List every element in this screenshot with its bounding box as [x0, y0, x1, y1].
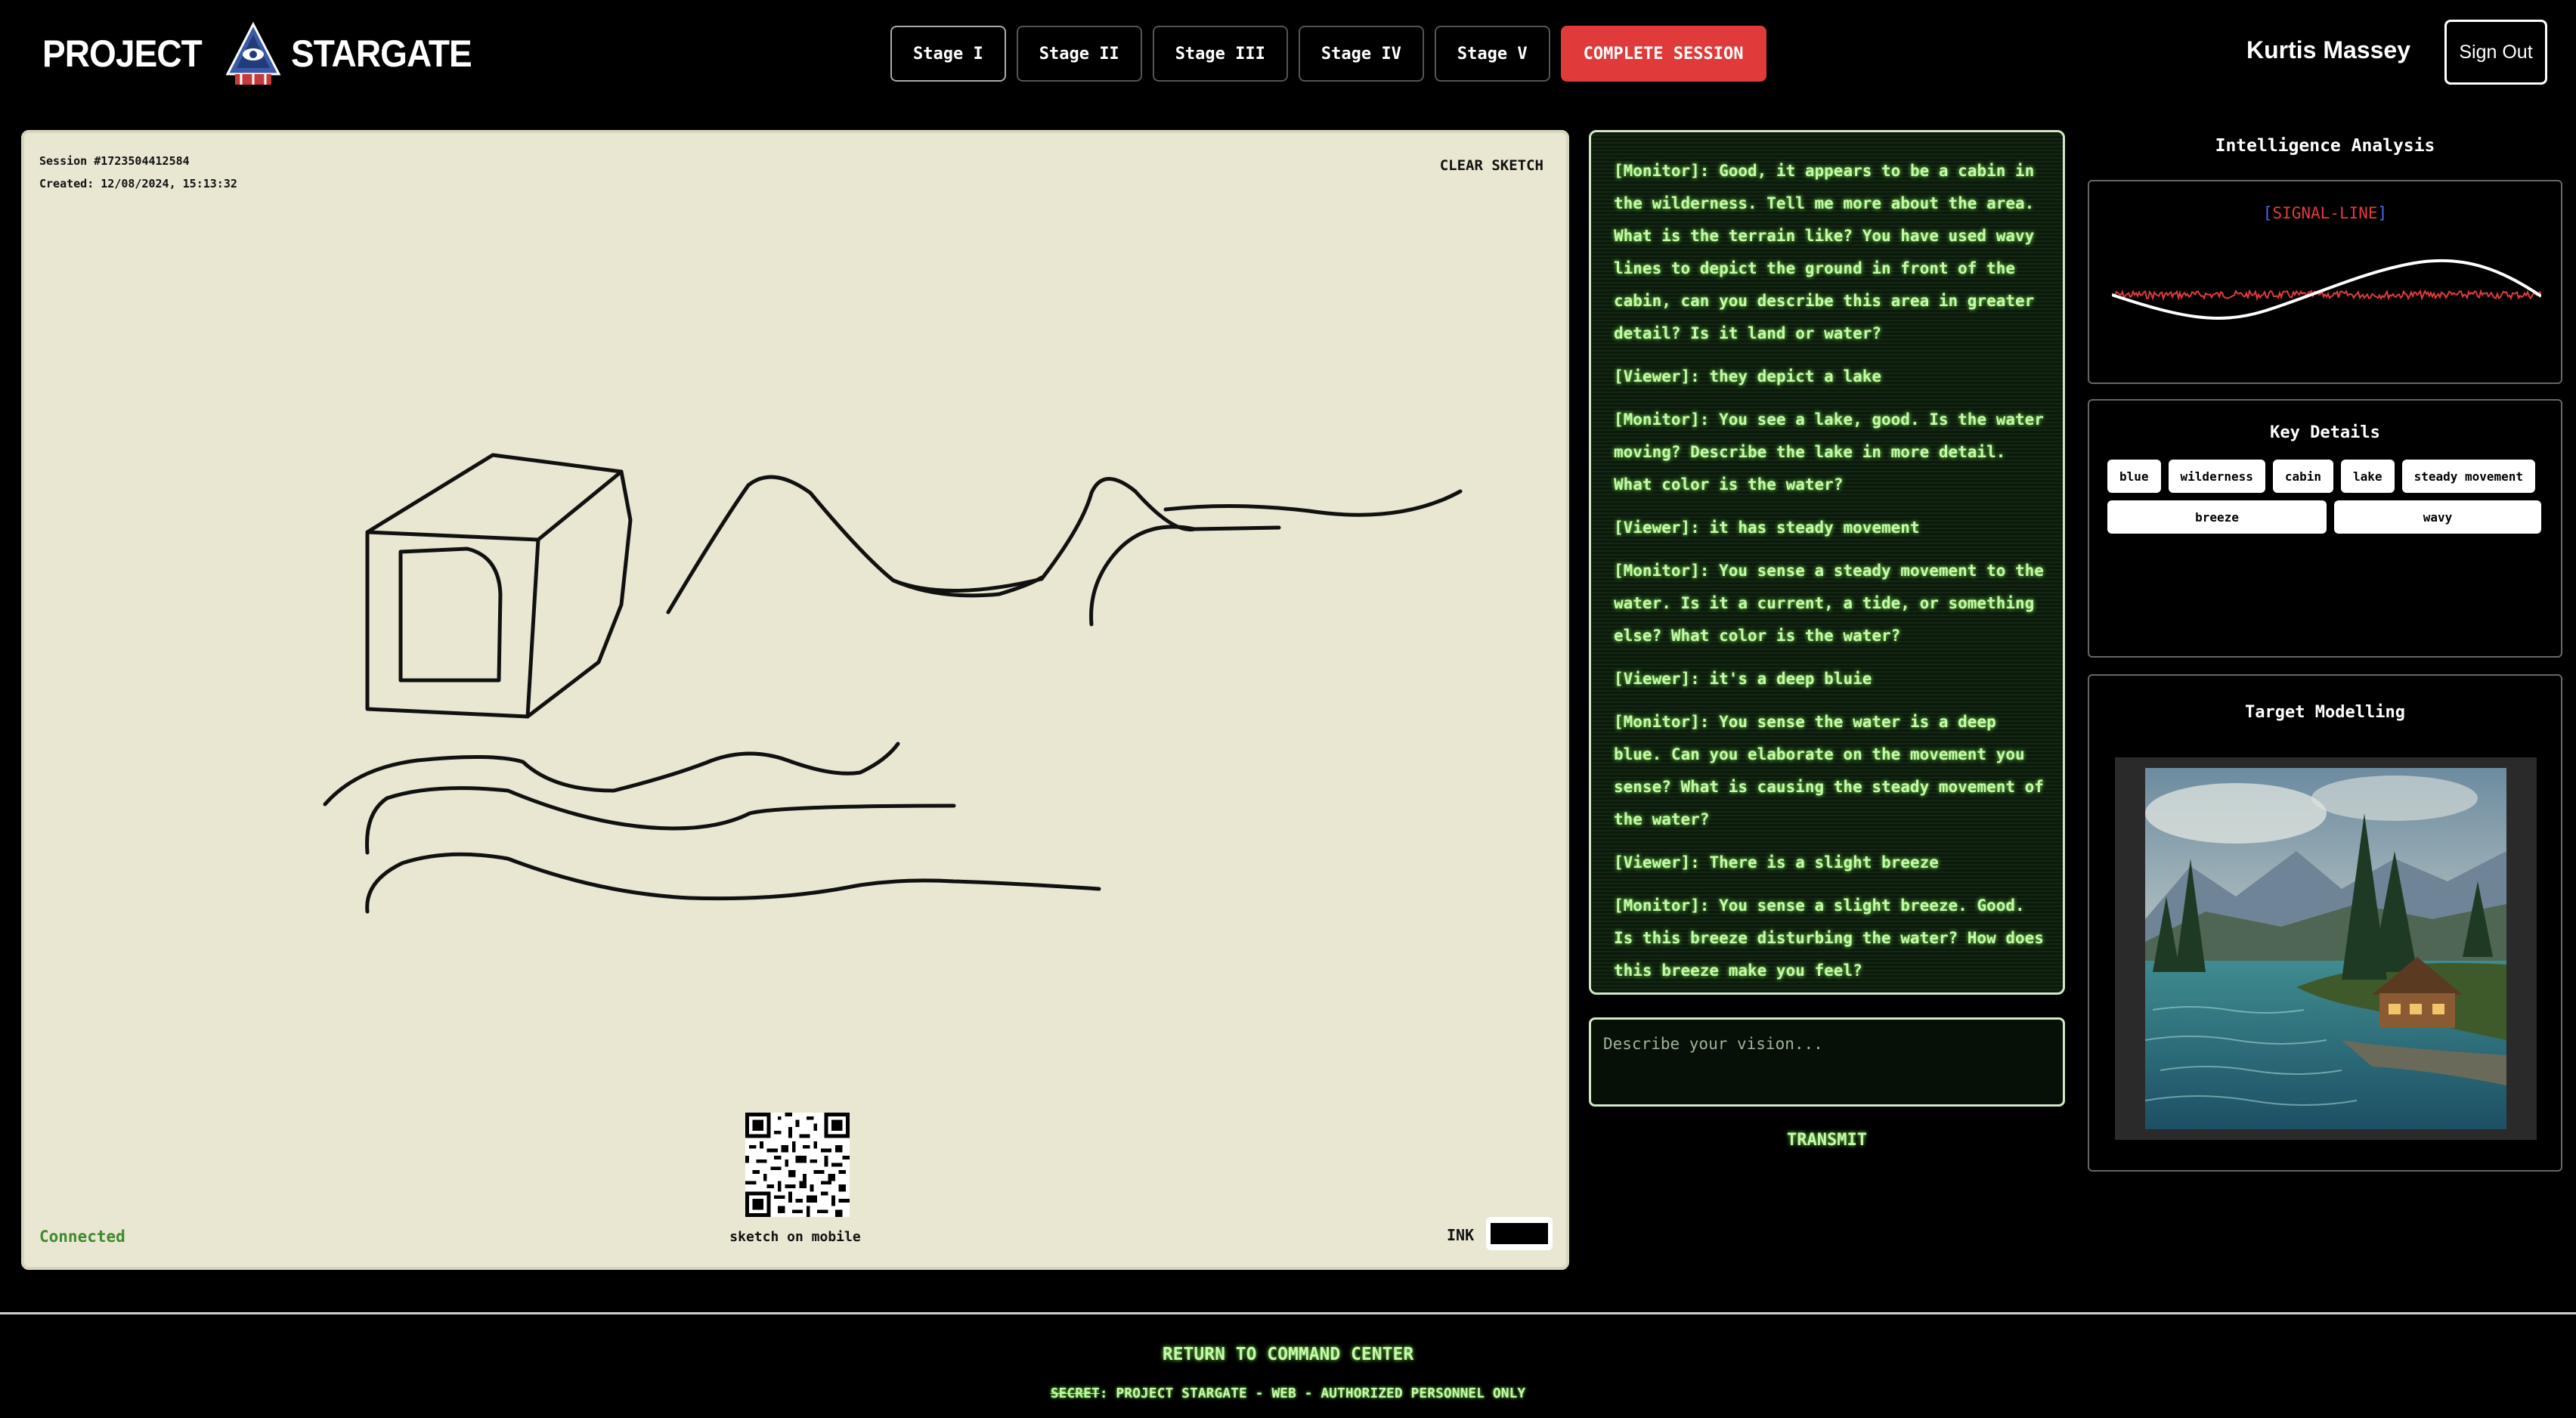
chat-message: [Viewer]: There is a slight breeze: [1614, 847, 2045, 879]
signal-line-label: [SIGNAL-LINE]: [2089, 204, 2561, 222]
chat-message-text: it's a deep bluie: [1699, 670, 1872, 688]
target-cabin-lake-image[interactable]: [2145, 768, 2506, 1129]
chat-message-role: [Viewer]:: [1614, 853, 1700, 872]
chat-message-role: [Viewer]:: [1614, 519, 1700, 537]
sketch-canvas-panel[interactable]: Session #1723504412584 Created: 12/08/20…: [21, 130, 1569, 1270]
tag-wavy[interactable]: wavy: [2334, 500, 2541, 534]
chat-message-role: [Monitor]:: [1614, 410, 1710, 429]
footer-classification-note: SECRET: PROJECT STARGATE - WEB - AUTHORI…: [0, 1385, 2576, 1401]
chat-message-text: There is a slight breeze: [1699, 853, 1939, 872]
transmit-button[interactable]: TRANSMIT: [1589, 1131, 2065, 1150]
chat-message: [Viewer]: it has steady movement: [1614, 512, 2045, 544]
vision-input[interactable]: [1603, 1035, 2051, 1053]
username: Kurtis Massey: [2246, 36, 2410, 63]
target-modelling-title: Target Modelling: [2245, 703, 2405, 722]
sketch-drawing[interactable]: [24, 133, 1566, 1267]
tag-wilderness[interactable]: wilderness: [2168, 460, 2265, 493]
tag-cabin[interactable]: cabin: [2272, 460, 2334, 493]
signal-line-card: [SIGNAL-LINE]: [2088, 180, 2562, 384]
eye-pyramid-icon: [225, 21, 281, 85]
signal-noise-line: [2112, 288, 2541, 302]
qr-code-icon[interactable]: [745, 1113, 850, 1217]
chat-message: [Viewer]: they depict a lake: [1614, 361, 2045, 393]
chat-message-role: [Viewer]:: [1614, 367, 1700, 385]
intelligence-analysis-title: Intelligence Analysis: [2215, 136, 2435, 156]
signal-line-graph: [2112, 259, 2541, 320]
footer-note-text: : PROJECT STARGATE - WEB - AUTHORIZED PE…: [1099, 1385, 1526, 1401]
stage-2-button[interactable]: Stage II: [1016, 26, 1142, 82]
logo-text-right: STARGATE: [291, 33, 472, 75]
chat-message: [Monitor]: You see a lake, good. Is the …: [1614, 404, 2045, 501]
tag-breeze[interactable]: breeze: [2107, 500, 2327, 534]
signal-bracket-close: ]: [2377, 204, 2388, 222]
chat-message-role: [Viewer]:: [1614, 670, 1700, 688]
chat-message-role: [Monitor]:: [1614, 896, 1710, 915]
footer: RETURN TO COMMAND CENTER SECRET: PROJECT…: [0, 1312, 2576, 1418]
ink-color-picker[interactable]: [1486, 1217, 1553, 1250]
chat-message-text: it has steady movement: [1699, 519, 1920, 537]
chat-message: [Viewer]: it's a deep bluie: [1614, 663, 2045, 695]
vision-input-box[interactable]: [1589, 1017, 2065, 1107]
stage-4-button[interactable]: Stage IV: [1298, 26, 1424, 82]
return-to-command-center-link[interactable]: RETURN TO COMMAND CENTER: [0, 1345, 2576, 1364]
connection-status: Connected: [39, 1228, 125, 1246]
logo-text-left: PROJECT: [42, 33, 203, 75]
chat-message: [Monitor]: You sense the water is a deep…: [1614, 706, 2045, 836]
target-image-frame: [2115, 757, 2537, 1140]
stage-1-button[interactable]: Stage I: [890, 26, 1006, 82]
ink-label: INK: [1447, 1226, 1475, 1244]
complete-session-button[interactable]: COMPLETE SESSION: [1560, 26, 1766, 82]
chat-message-role: [Monitor]:: [1614, 713, 1710, 731]
chat-log[interactable]: [Monitor]: Good, it appears to be a cabi…: [1589, 130, 2065, 995]
sign-out-button[interactable]: Sign Out: [2444, 20, 2547, 85]
tag-lake[interactable]: lake: [2341, 460, 2395, 493]
key-details-tags: blue wilderness cabin lake steady moveme…: [2107, 460, 2547, 534]
chat-message-text: they depict a lake: [1699, 367, 1882, 385]
footer-secret-strike: SECRET: [1050, 1385, 1100, 1401]
chat-message-role: [Monitor]:: [1614, 562, 1710, 580]
signal-bracket-open: [: [2262, 204, 2273, 222]
chat-message-role: [Monitor]:: [1614, 162, 1710, 180]
signal-line-text: SIGNAL-LINE: [2272, 204, 2378, 222]
stage-5-button[interactable]: Stage V: [1434, 26, 1550, 82]
chat-message: [Monitor]: Good, it appears to be a cabi…: [1614, 155, 2045, 350]
key-details-title: Key Details: [2270, 423, 2380, 442]
chat-message: [Monitor]: You sense a slight breeze. Go…: [1614, 890, 2045, 987]
target-modelling-card: Target Modelling: [2088, 674, 2562, 1172]
key-details-card: Key Details blue wilderness cabin lake s…: [2088, 399, 2562, 658]
tag-steady-movement[interactable]: steady movement: [2401, 460, 2536, 493]
header: PROJECT STARGATE Stage I Stage II Stage …: [0, 0, 2576, 113]
chat-message: [Monitor]: You sense a steady movement t…: [1614, 555, 2045, 652]
stage-nav: Stage I Stage II Stage III Stage IV Stag…: [890, 26, 1766, 82]
logo[interactable]: PROJECT STARGATE: [42, 20, 488, 88]
chat-message-text: Good, it appears to be a cabin in the wi…: [1614, 162, 2035, 342]
signal-wave-line: [2112, 259, 2541, 320]
stage-3-button[interactable]: Stage III: [1152, 26, 1288, 82]
sketch-on-mobile-label: sketch on mobile: [729, 1229, 861, 1245]
tag-blue[interactable]: blue: [2107, 460, 2161, 493]
ink-color-swatch: [1491, 1223, 1548, 1244]
